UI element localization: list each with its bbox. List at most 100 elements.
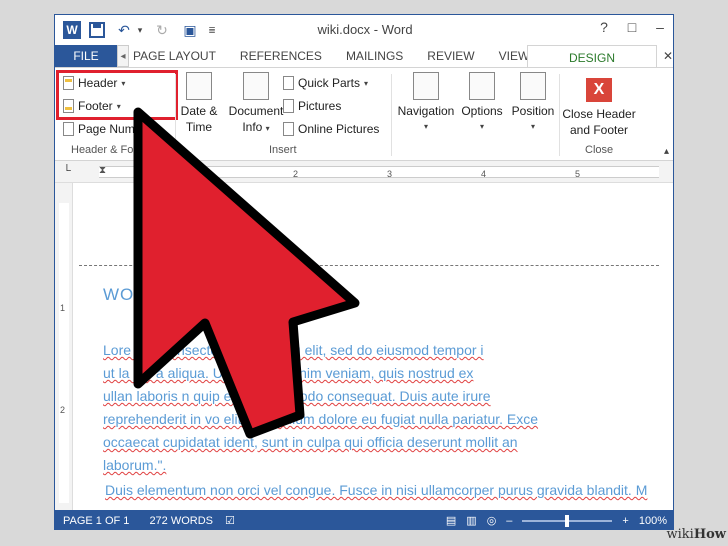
navigation-button[interactable]: Navigation ▾ [395,72,457,135]
online-pictures-button[interactable]: Online Pictures [283,122,379,136]
document-heading: WO [103,285,135,304]
document-line: laborum.". [103,457,167,473]
tab-file[interactable]: FILE [55,45,117,67]
quick-parts-button[interactable]: Quick Parts ▾ [283,76,368,90]
close-icon: X [586,78,612,102]
online-pictures-label: Online Pictures [298,122,380,136]
zoom-in-icon[interactable]: + [622,515,628,527]
collapse-ribbon-icon[interactable]: ▴ [664,146,669,157]
chevron-down-icon: ▾ [530,122,535,131]
zoom-slider[interactable] [522,514,613,527]
navigation-label: Navigation [397,104,455,118]
redo-icon[interactable]: ↻ [151,19,173,41]
document-line: Duis elementum non orci vel congue. Fusc… [105,482,648,498]
zoom-out-icon[interactable]: – [506,515,512,527]
ruler-number: 5 [575,169,581,179]
indent-marker-icon[interactable]: ⧗ [99,165,106,176]
vertical-ruler-number: 2 [60,405,66,415]
tab-stop-icon[interactable]: └ [63,165,71,177]
chevron-down-icon: ▾ [423,122,428,131]
pictures-label: Pictures [298,99,342,113]
options-icon [469,72,495,100]
help-button[interactable]: ? [595,19,613,35]
tab-references[interactable]: REFERENCES [228,45,334,67]
word-logo-icon: W [63,21,81,39]
date-time-label-1: Date & [180,104,218,118]
wikihow-watermark: wikiHow [666,527,726,542]
navigation-icon [413,72,439,100]
customize-qat-icon[interactable]: ▣ [179,19,201,41]
position-button[interactable]: Position ▾ [509,72,557,135]
undo-icon[interactable]: ↶ [113,19,135,41]
vertical-ruler-track [59,203,69,503]
tab-scroll-right-icon[interactable]: ✕ [663,49,673,63]
page-count[interactable]: PAGE 1 OF 1 [63,515,129,527]
options-button[interactable]: Options ▾ [459,72,505,135]
document-line: occaecat cupidatat ident, sunt in culpa … [103,434,518,450]
tab-review[interactable]: REVIEW [415,45,486,67]
status-right: ▤ ▥ ◎ – + 100% [446,514,667,527]
tab-scroll-left-icon[interactable]: ◂ [117,45,129,67]
document-line: ullan laboris n quip ex ea commodo conse… [103,388,491,404]
document-info-button[interactable]: Document Info ▾ [228,72,284,137]
save-icon[interactable] [89,22,105,38]
close-header-footer-button[interactable]: X Close Header and Footer [561,78,637,138]
window-title: wiki.docx - Word [317,22,413,37]
ruler-track: ⧗ 1 2 3 4 5 [99,165,659,179]
tab-mailings[interactable]: MAILINGS [334,45,415,67]
page-number-button[interactable]: Page Num [63,122,135,136]
quick-parts-label: Quick Parts [298,76,361,90]
group-label-header-footer: Header & Fo [71,144,134,156]
group-separator [175,74,176,156]
zoom-slider-thumb[interactable] [565,514,570,527]
chevron-down-icon: ▾ [479,122,484,131]
date-time-button[interactable]: Date & Time [177,72,221,135]
position-icon [520,72,546,100]
zoom-level[interactable]: 100% [639,515,667,527]
ribbon-tabs: FILE ◂ PAGE LAYOUT REFERENCES MAILINGS R… [55,45,673,69]
close-header-label-1: Close Header [562,107,636,121]
options-label: Options [461,104,503,118]
proofing-icon[interactable]: ☑ [225,514,235,527]
document-info-label-2: Info ▾ [242,120,270,134]
position-label: Position [511,104,555,118]
document-line: reprehenderit in vo elit esse cillum dol… [103,411,539,427]
page-number-icon [63,122,74,136]
document-info-icon [243,72,269,100]
chevron-down-icon: ▾ [364,78,369,88]
document-area[interactable]: 1 2 WO Lore net, consectetur adipiscing … [55,183,673,510]
vertical-ruler: 1 2 [55,183,73,510]
date-time-label-2: Time [185,120,213,134]
undo-dropdown-icon[interactable]: ▾ [135,19,145,41]
ruler-number: 1 [199,169,205,179]
ruler-number: 4 [481,169,487,179]
word-window: W ↶ ▾ ↻ ▣ ≣ wiki.docx - Word ? □ – FILE … [54,14,674,530]
document-line: ut la dol a aliqua. Ut enim ad minim ven… [103,365,474,381]
tab-page-layout[interactable]: PAGE LAYOUT [129,45,228,67]
horizontal-ruler: └ ⧗ 1 2 3 4 5 [55,161,673,183]
qat-dropdown-icon[interactable]: ≣ [201,19,223,41]
word-count[interactable]: 272 WORDS [149,515,213,527]
online-pictures-icon [283,122,294,136]
print-layout-icon[interactable]: ▥ [466,514,476,527]
pictures-button[interactable]: Pictures [283,99,341,113]
close-header-label-2: and Footer [569,123,629,137]
calendar-clock-icon [186,72,212,100]
ruler-number: 2 [293,169,299,179]
web-layout-icon[interactable]: ◎ [487,514,497,527]
group-label-close: Close [585,144,614,156]
highlight-box [56,70,178,120]
page-number-label: Page Num [78,122,135,136]
pictures-icon [283,99,294,113]
document-paragraph[interactable]: Lore net, consectetur adipiscing elit, s… [103,339,663,477]
header-boundary-line [79,265,659,266]
minimize-button[interactable]: – [651,19,669,35]
read-mode-icon[interactable]: ▤ [446,514,456,527]
vertical-ruler-number: 1 [60,303,66,313]
ribbon-display-button[interactable]: □ [623,19,641,35]
status-bar: PAGE 1 OF 1 272 WORDS ☑ ▤ ▥ ◎ – + 100% [55,510,673,529]
document-paragraph-2[interactable]: Duis elementum non orci vel congue. Fusc… [105,479,665,502]
group-separator [559,74,560,156]
tab-design[interactable]: DESIGN [527,45,657,69]
document-info-label-1: Document [228,104,284,118]
